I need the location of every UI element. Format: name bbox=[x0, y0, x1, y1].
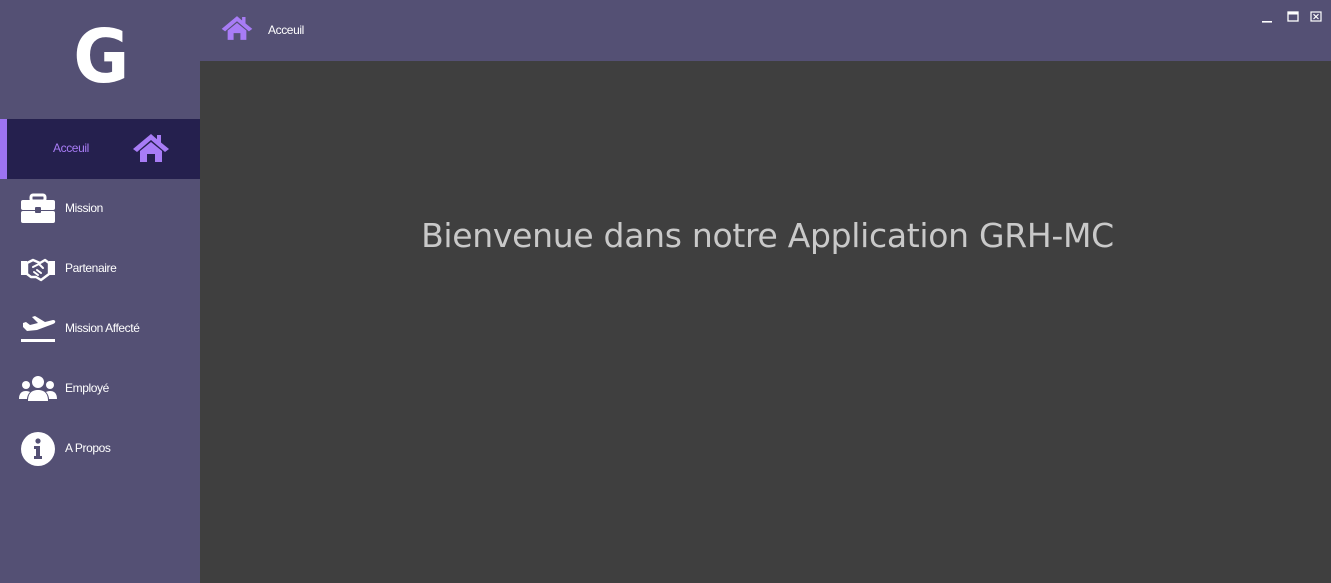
sidebar-item-label: Mission Affecté bbox=[65, 321, 140, 335]
sidebar-item-mission[interactable]: Mission bbox=[0, 179, 200, 239]
sidebar-item-employe[interactable]: Employé bbox=[0, 359, 200, 419]
logo-letter: G bbox=[72, 13, 129, 100]
maximize-icon bbox=[1287, 11, 1299, 22]
home-icon bbox=[220, 13, 254, 45]
main-content: Bienvenue dans notre Application GRH-MC bbox=[200, 61, 1331, 583]
page-title: Acceuil bbox=[268, 23, 304, 37]
maximize-button[interactable] bbox=[1286, 10, 1300, 24]
header-bar: Acceuil bbox=[200, 0, 1331, 61]
sidebar-item-a-propos[interactable]: A Propos bbox=[0, 419, 200, 479]
info-icon bbox=[18, 430, 58, 468]
sidebar: G Acceuil Mission Partenaire Mission Aff… bbox=[0, 0, 200, 583]
briefcase-icon bbox=[18, 190, 58, 228]
sidebar-item-label: Acceuil bbox=[53, 141, 89, 155]
sidebar-item-mission-affecte[interactable]: Mission Affecté bbox=[0, 299, 200, 359]
sidebar-item-partenaire[interactable]: Partenaire bbox=[0, 239, 200, 299]
welcome-message: Bienvenue dans notre Application GRH-MC bbox=[421, 216, 1114, 255]
home-icon bbox=[130, 129, 172, 167]
sidebar-item-label: Partenaire bbox=[65, 261, 117, 275]
users-icon bbox=[18, 370, 58, 408]
close-button[interactable] bbox=[1309, 10, 1323, 24]
active-indicator bbox=[0, 119, 7, 179]
sidebar-item-label: A Propos bbox=[65, 441, 111, 455]
app-logo: G bbox=[0, 0, 200, 119]
sidebar-item-label: Employé bbox=[65, 381, 109, 395]
close-icon bbox=[1310, 11, 1322, 22]
minimize-button[interactable] bbox=[1260, 10, 1274, 24]
minimize-icon bbox=[1262, 21, 1272, 23]
plane-departure-icon bbox=[18, 310, 58, 348]
handshake-icon bbox=[18, 250, 58, 288]
sidebar-item-label: Mission bbox=[65, 201, 103, 215]
sidebar-item-acceuil[interactable]: Acceuil bbox=[0, 119, 200, 179]
